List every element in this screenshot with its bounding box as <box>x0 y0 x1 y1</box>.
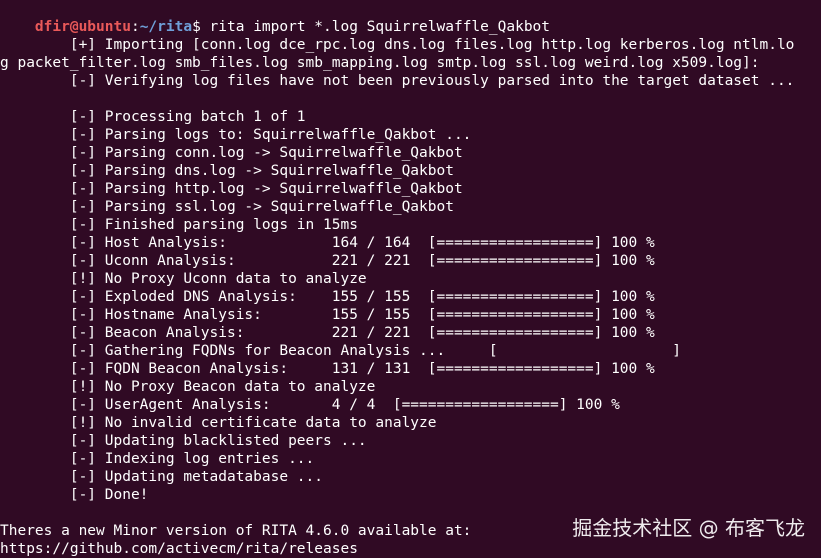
update-url-line: https://github.com/activecm/rita/release… <box>0 541 358 557</box>
output-line: [+] Importing [conn.log dce_rpc.log dns.… <box>0 37 795 53</box>
terminal-window[interactable]: dfir@ubuntu:~/rita$ rita import *.log Sq… <box>0 0 821 558</box>
warning-line: [!] No Proxy Beacon data to analyze <box>0 379 376 395</box>
output-line: [-] Finished parsing logs in 15ms <box>0 217 358 233</box>
output-line: [-] Updating metadatabase ... <box>0 469 324 485</box>
output-line: [-] Indexing log entries ... <box>0 451 315 467</box>
watermark: 掘金技术社区 @ 布客飞龙 <box>572 516 805 540</box>
prompt-path: ~/rita <box>139 19 193 35</box>
prompt-symbol: $ <box>192 19 201 35</box>
output-line: [-] Verifying log files have not been pr… <box>0 73 795 89</box>
progress-line: [-] Uconn Analysis: 221 / 221 [=========… <box>0 253 655 269</box>
progress-line: [-] Host Analysis: 164 / 164 [==========… <box>0 235 655 251</box>
prompt-colon: : <box>130 19 140 35</box>
progress-line: [-] Hostname Analysis: 155 / 155 [======… <box>0 307 655 323</box>
progress-line: [-] Gathering FQDNs for Beacon Analysis … <box>0 343 681 359</box>
output-line: [-] Updating blacklisted peers ... <box>0 433 367 449</box>
output-line: [-] Processing batch 1 of 1 <box>0 109 306 125</box>
output-line: [-] Parsing logs to: Squirrelwaffle_Qakb… <box>0 127 472 143</box>
output-line: [-] Parsing ssl.log -> Squirrelwaffle_Qa… <box>0 199 454 215</box>
progress-line: [-] FQDN Beacon Analysis: 131 / 131 [===… <box>0 361 655 377</box>
output-line: [-] Parsing conn.log -> Squirrelwaffle_Q… <box>0 145 463 161</box>
output-line: [-] Parsing dns.log -> Squirrelwaffle_Qa… <box>0 163 454 179</box>
output-line: g packet_filter.log smb_files.log smb_ma… <box>0 55 760 71</box>
update-notice-line: Theres a new Minor version of RITA 4.6.0… <box>0 523 472 539</box>
prompt-line: dfir@ubuntu:~/rita$ rita import *.log Sq… <box>0 0 550 35</box>
progress-line: [-] Exploded DNS Analysis: 155 / 155 [==… <box>0 289 655 305</box>
command-text: rita import *.log Squirrelwaffle_Qakbot <box>200 19 551 35</box>
progress-line: [-] Beacon Analysis: 221 / 221 [========… <box>0 325 655 341</box>
output-line: [-] Done! <box>0 487 149 503</box>
warning-line: [!] No invalid certificate data to analy… <box>0 415 437 431</box>
prompt-user-host: dfir@ubuntu <box>34 19 131 35</box>
warning-line: [!] No Proxy Uconn data to analyze <box>0 271 367 287</box>
output-line: [-] Parsing http.log -> Squirrelwaffle_Q… <box>0 181 463 197</box>
progress-line: [-] UserAgent Analysis: 4 / 4 [=========… <box>0 397 620 413</box>
